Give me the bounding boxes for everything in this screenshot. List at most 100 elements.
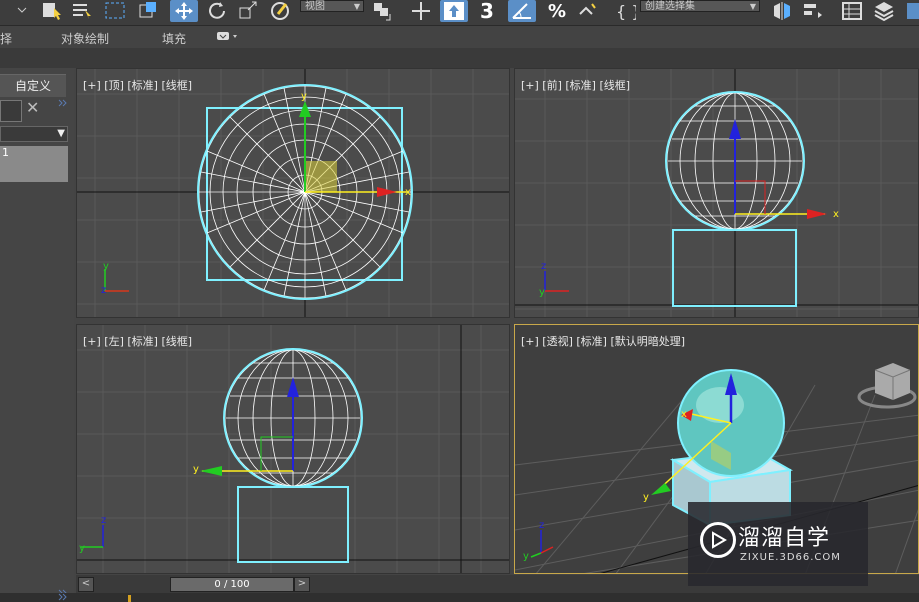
gizmo-y-label: y	[193, 464, 199, 475]
graphite-icon	[907, 3, 919, 19]
select-list-icon	[73, 4, 91, 19]
snaps-toggle-button[interactable]: 3	[474, 0, 500, 23]
table-icon	[842, 2, 862, 20]
close-icon[interactable]: ✕	[26, 98, 39, 117]
viewcube-icon[interactable]	[857, 363, 917, 409]
gizmo-x-label: x	[681, 409, 687, 420]
rotate-icon	[209, 2, 225, 19]
ribbon-options-button[interactable]	[216, 30, 238, 42]
viewport-left-label[interactable]: [+] [左] [标准] [线框]	[83, 333, 192, 349]
window-crossing-icon	[139, 2, 156, 18]
rotate-button[interactable]	[204, 0, 230, 22]
placement-button[interactable]	[268, 0, 294, 22]
time-next-button[interactable]: >	[294, 577, 310, 592]
double-chevron-icon[interactable]	[58, 593, 68, 602]
main-toolbar: 视图 ▼ 3 % { } 创建选择集 ▼	[0, 0, 919, 26]
select-by-name-button[interactable]	[70, 0, 96, 22]
viewport-top-label[interactable]: [+] [顶] [标准] [线框]	[83, 77, 192, 93]
ribbon-tab-object-paint[interactable]: 对象绘制	[61, 30, 109, 47]
tripod-z-label: z	[101, 285, 106, 296]
time-prev-button[interactable]: <	[78, 577, 94, 592]
shortcut-arrow-icon	[444, 2, 464, 20]
rect-select-icon	[105, 2, 125, 19]
box-outline[interactable]	[237, 486, 349, 563]
selection-set-placeholder: 创建选择集	[645, 1, 695, 12]
top-view-canvas: y x y z	[77, 69, 509, 317]
named-selection-set-dropdown[interactable]: 创建选择集 ▼	[640, 0, 760, 12]
ribbon-tab-selection[interactable]: 择	[0, 30, 12, 47]
scale-icon	[239, 1, 257, 19]
snap-value: 3	[480, 0, 494, 23]
percent-snap-button[interactable]: %	[544, 0, 570, 22]
viewport-front[interactable]: x z y [+] [前] [标准] [线框]	[514, 68, 919, 318]
select-cursor-icon	[43, 3, 61, 20]
customize-tab[interactable]: 自定义	[0, 74, 66, 97]
view-axis-tripod	[104, 269, 129, 292]
left-command-panel: 自定义 ✕ ▼ 1	[0, 68, 74, 602]
watermark-subtitle: ZIXUE.3D66.COM	[740, 552, 841, 563]
viewport-front-label[interactable]: [+] [前] [标准] [线框]	[521, 77, 630, 93]
tripod-y-label: y	[103, 261, 109, 272]
chevron-down-icon: ▼	[749, 2, 756, 11]
gizmo-plane-handle[interactable]	[305, 161, 337, 192]
viewport-left[interactable]: y z y [+] [左] [标准] [线框]	[76, 324, 510, 574]
edit-named-selection-button[interactable]: { }	[610, 0, 636, 22]
ribbon-panel-area	[0, 48, 919, 68]
percent-snap-label: %	[547, 0, 567, 22]
name-input[interactable]	[0, 100, 22, 122]
angle-snap-icon	[512, 3, 531, 19]
scale-button[interactable]	[236, 0, 262, 22]
time-marker	[128, 595, 131, 602]
window-crossing-button[interactable]	[136, 0, 162, 22]
double-chevron-icon[interactable]	[58, 98, 68, 108]
viewport-top[interactable]: y x y z [+] [顶] [标准] [线框]	[76, 68, 510, 318]
move-button[interactable]	[170, 0, 198, 22]
reference-coordinate-dropdown[interactable]: 视图 ▼	[300, 0, 364, 12]
time-slider[interactable]: 0 / 100	[170, 577, 294, 592]
keyboard-shortcut-override-button[interactable]	[440, 0, 468, 22]
gizmo-x-label: x	[405, 187, 411, 198]
viewport-perspective-label[interactable]: [+] [透视] [标准] [默认明暗处理]	[521, 333, 685, 349]
braces-icon: { }	[616, 2, 636, 21]
chevron-down-icon: ▼	[353, 2, 360, 11]
front-view-canvas: x z y	[515, 69, 918, 317]
watermark-logo-icon	[700, 522, 736, 558]
layers-icon	[874, 2, 894, 22]
tripod-z-label: z	[539, 520, 544, 531]
triangle-down-icon: ▼	[57, 128, 65, 139]
pivot-center-button[interactable]	[370, 0, 398, 22]
spinner-snap-icon	[579, 3, 596, 15]
tripod-z-label: z	[101, 515, 106, 526]
toggle-scene-explorer-button[interactable]	[872, 0, 898, 22]
align-icon	[804, 4, 822, 18]
ribbon-toggle-icon	[217, 32, 237, 40]
watermark-overlay: 溜溜自学 ZIXUE.3D66.COM	[688, 502, 868, 586]
angle-snap-button[interactable]	[508, 0, 536, 22]
spinner-snap-button[interactable]	[574, 0, 600, 22]
align-button[interactable]	[800, 0, 826, 22]
chevron-down-icon	[17, 7, 27, 13]
select-manipulate-button[interactable]	[408, 0, 434, 22]
gizmo-x-label: x	[833, 209, 839, 220]
placement-icon	[271, 2, 289, 20]
panel-dropdown[interactable]: ▼	[0, 126, 68, 142]
tripod-z-label: z	[541, 261, 546, 272]
graphite-toolbar-button[interactable]	[905, 0, 919, 22]
ribbon-tab-fill[interactable]: 填充	[162, 30, 186, 47]
track-bar[interactable]	[0, 593, 919, 602]
list-item[interactable]: 1	[0, 146, 68, 182]
reference-coordinate-value: 视图	[305, 1, 325, 12]
select-object-button[interactable]	[40, 0, 66, 22]
ribbon-bar: 择 对象绘制 填充	[0, 26, 919, 48]
toolbar-dropdown-arrow[interactable]	[0, 0, 30, 22]
gizmo-y-label: y	[301, 91, 307, 102]
tripod-y-label: y	[523, 551, 529, 562]
mirror-button[interactable]	[770, 0, 796, 22]
tripod-y-label: y	[79, 543, 85, 554]
rectangular-selection-button[interactable]	[102, 0, 130, 22]
layer-explorer-button[interactable]	[840, 0, 866, 22]
watermark-title: 溜溜自学	[738, 526, 831, 551]
mirror-icon	[774, 2, 790, 20]
left-view-canvas: y z y	[77, 325, 509, 573]
svg-text:{ }: { }	[616, 2, 636, 21]
